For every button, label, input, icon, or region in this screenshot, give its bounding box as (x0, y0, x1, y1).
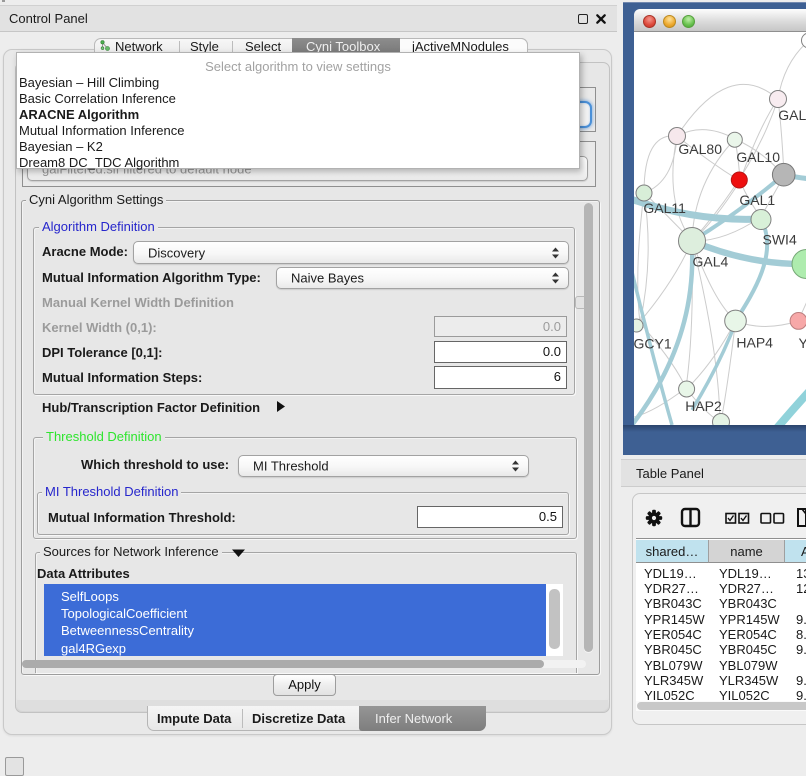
svg-text:SWI4: SWI4 (763, 231, 797, 247)
svg-text:GAL10: GAL10 (736, 149, 780, 165)
svg-text:HAP2: HAP2 (685, 398, 722, 414)
svg-text:Y: Y (799, 335, 806, 351)
svg-text:GAL1: GAL1 (739, 192, 775, 208)
svg-text:GAL80: GAL80 (678, 141, 722, 157)
svg-text:GAL4: GAL4 (693, 254, 729, 270)
svg-text:GAL: GAL (778, 107, 806, 123)
svg-text:GCY1: GCY1 (634, 336, 672, 352)
svg-text:HAP4: HAP4 (736, 335, 773, 351)
svg-text:GAL11: GAL11 (643, 200, 686, 216)
